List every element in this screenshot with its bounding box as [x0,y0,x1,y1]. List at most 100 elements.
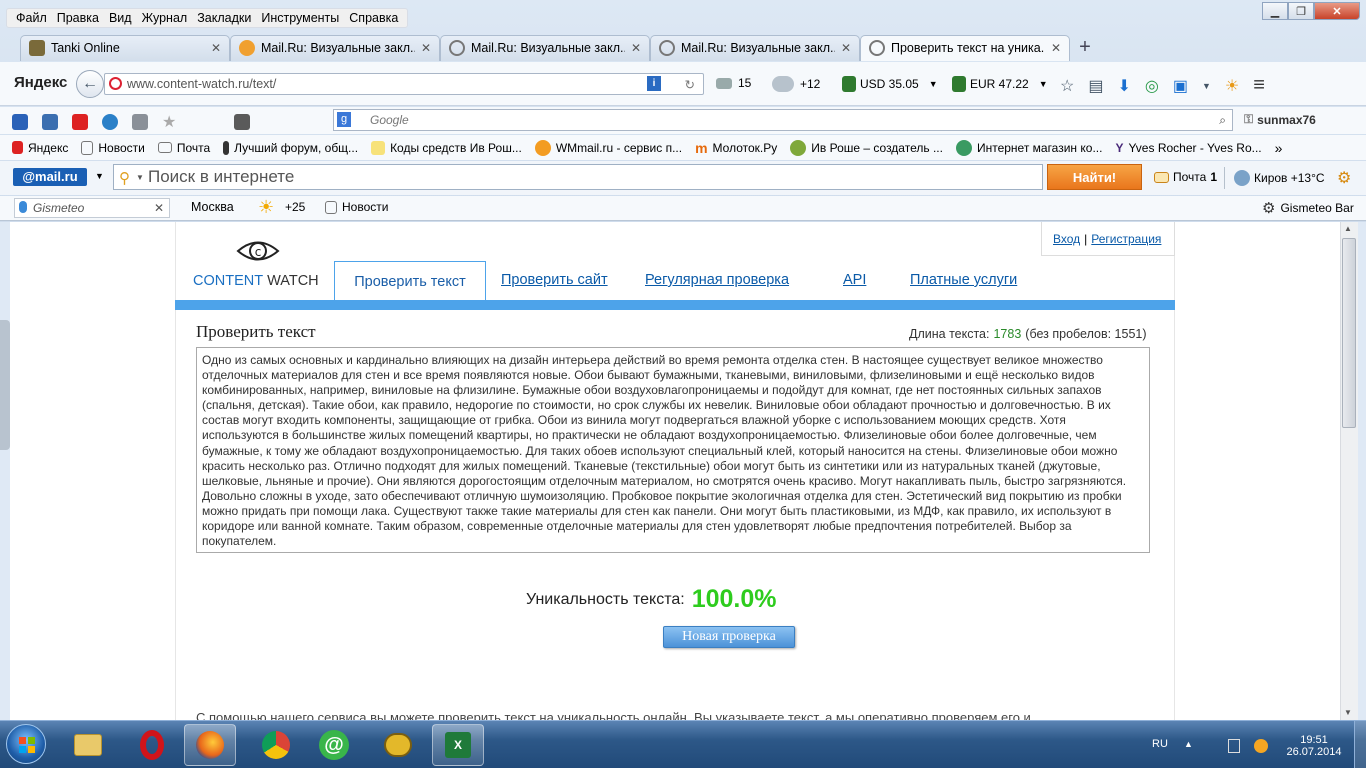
close-tab-icon[interactable]: ✕ [421,41,431,55]
taskbar-explorer[interactable] [62,724,114,766]
bookmark-item[interactable]: WMmail.ru - сервис п... [534,139,682,156]
at-addon-icon[interactable] [102,114,118,130]
tab-mailru-3[interactable]: Mail.Ru: Визуальные закл... ✕ [650,34,860,61]
search-icon[interactable]: ⌕ [1219,110,1226,130]
mailru-mail[interactable]: Почта 1 [1154,170,1217,184]
pen-addon-icon[interactable] [132,114,148,130]
menu-help[interactable]: Справка [344,11,403,25]
chevron-down-icon[interactable]: ▼ [1202,81,1211,91]
side-panel-handle[interactable] [0,320,10,450]
info-icon[interactable]: i [647,76,661,91]
tray-app-icon[interactable] [1254,739,1268,753]
bookmark-item[interactable]: Ив Роше – создатель ... [790,139,943,156]
find-button[interactable]: Найти! [1047,164,1142,190]
close-window-button[interactable]: ✕ [1314,2,1360,20]
bookmark-item[interactable]: Почта [157,141,210,155]
rating-star-icon[interactable]: ★ [162,112,176,132]
mailru-weather[interactable]: Киров +13°C [1234,170,1325,186]
menu-tools[interactable]: Инструменты [256,11,344,25]
gismeteo-news[interactable]: Новости [325,200,388,214]
close-tab-icon[interactable]: ✕ [631,41,641,55]
minimize-button[interactable]: ▁ [1262,2,1288,20]
tab-mailru-1[interactable]: Mail.Ru: Визуальные закл... ✕ [230,34,440,61]
menu-file[interactable]: Файл [11,11,52,25]
bookmark-item[interactable]: Лучший форум, общ... [223,140,358,155]
download-icon[interactable]: ⬇ [1117,76,1130,96]
taskbar-opera[interactable] [126,724,178,766]
checked-text-area[interactable]: Одно из самых основных и кардинально вли… [196,347,1150,553]
show-desktop-button[interactable] [1354,721,1366,768]
nav-check-site[interactable]: Проверить сайт [501,272,608,288]
site-logo[interactable]: CONTENT WATCH [193,273,319,289]
bookmark-item[interactable]: Коды средств Ив Рош... [371,140,522,155]
register-link[interactable]: Регистрация [1091,232,1161,246]
tray-device-icon[interactable] [1228,739,1240,753]
eur-rate[interactable]: EUR 47.22 ▼ [952,76,1048,92]
usd-rate[interactable]: USD 35.05 ▼ [842,76,938,92]
tab-mailru-2[interactable]: Mail.Ru: Визуальные закл... ✕ [440,34,650,61]
chevron-down-icon[interactable]: ▼ [136,166,144,190]
menu-view[interactable]: Вид [104,11,137,25]
yandex-logo[interactable]: Яндекс [14,74,67,91]
gismeteo-temp[interactable]: +25 [285,200,305,214]
language-indicator[interactable]: RU [1152,738,1168,750]
user-login[interactable]: ⚿ sunmax76 [1244,112,1316,127]
scroll-down-icon[interactable]: ▼ [1344,708,1352,717]
bookmark-item[interactable]: Новости [81,140,145,155]
chevron-down-icon[interactable]: ▼ [1039,79,1048,89]
bookmark-item[interactable]: Y Yves Rocher - Yves Ro... [1115,141,1261,155]
menu-icon[interactable]: ≡ [1253,74,1265,97]
bookmarks-list-icon[interactable]: ▤ [1088,76,1103,96]
mailru-search-input[interactable]: ⚲ ▼ Поиск в интернете [113,164,1043,190]
gismeteo-field[interactable]: Gismeteo ✕ [14,198,170,218]
calc-addon-icon[interactable] [234,114,251,130]
settings-gear-icon[interactable]: ⚙ [1337,168,1351,188]
chevron-down-icon[interactable]: ▼ [95,171,104,181]
taskbar-mailru-agent[interactable]: @ [308,724,360,766]
gismeteo-city[interactable]: Москва [191,200,234,214]
refresh-circle-icon[interactable]: ◎ [1145,76,1159,96]
new-check-button[interactable]: Новая проверка [663,626,795,648]
chevron-down-icon[interactable]: ▼ [929,79,938,89]
close-tab-icon[interactable]: ✕ [841,41,851,55]
bookmark-item[interactable]: Интернет магазин ко... [955,139,1102,156]
reload-icon[interactable]: ↻ [685,75,695,95]
menu-history[interactable]: Журнал [137,11,193,25]
google-search-input[interactable]: g Google ⌕ [333,109,1233,131]
clock[interactable]: 19:51 26.07.2014 [1286,734,1342,758]
close-tab-icon[interactable]: ✕ [1051,41,1061,55]
weather-widget[interactable]: +12 [772,76,820,92]
taskbar-firefox[interactable] [184,724,236,766]
bookmark-item[interactable]: Яндекс [12,141,68,155]
nav-regular-check[interactable]: Регулярная проверка [645,272,789,288]
sync-icon[interactable]: ▣ [1173,76,1188,96]
taskbar-excel[interactable]: X [432,724,484,766]
nav-paid-services[interactable]: Платные услуги [910,272,1017,288]
scrollbar-thumb[interactable] [1342,238,1356,428]
tab-content-watch[interactable]: Проверить текст на уника... ✕ [860,34,1070,61]
nav-api[interactable]: API [843,272,866,288]
login-link[interactable]: Вход [1053,232,1080,246]
taskbar-satellite[interactable] [372,724,424,766]
p-addon-icon[interactable] [12,114,28,130]
clear-icon[interactable]: ✕ [154,199,164,217]
star-icon[interactable]: ☆ [1060,76,1074,96]
bookmark-item[interactable]: m Молоток.Ру [695,140,777,156]
close-tab-icon[interactable]: ✕ [211,41,221,55]
maximize-button[interactable]: ❐ [1288,2,1314,20]
tray-expand-icon[interactable]: ▲ [1184,739,1193,749]
taskbar-chrome[interactable] [250,724,302,766]
tab-tanki[interactable]: Tanki Online ✕ [20,34,230,61]
gismeteo-bar-button[interactable]: ⚙ Gismeteo Bar [1262,199,1354,217]
mailru-logo[interactable]: @mail.ru [13,168,87,186]
scroll-up-icon[interactable]: ▲ [1344,224,1352,233]
menu-bookmarks[interactable]: Закладки [192,11,256,25]
fb-addon-icon[interactable] [42,114,58,130]
menu-edit[interactable]: Правка [52,11,104,25]
overflow-chevron-icon[interactable]: » [1275,140,1283,156]
yandex-addon-icon[interactable] [72,114,88,130]
mail-counter[interactable]: 15 [716,76,751,90]
start-button[interactable] [6,724,46,764]
sun-weather-icon[interactable]: ☀ [1225,76,1239,96]
address-bar[interactable]: www.content-watch.ru/text/ ↻ i [104,73,704,95]
